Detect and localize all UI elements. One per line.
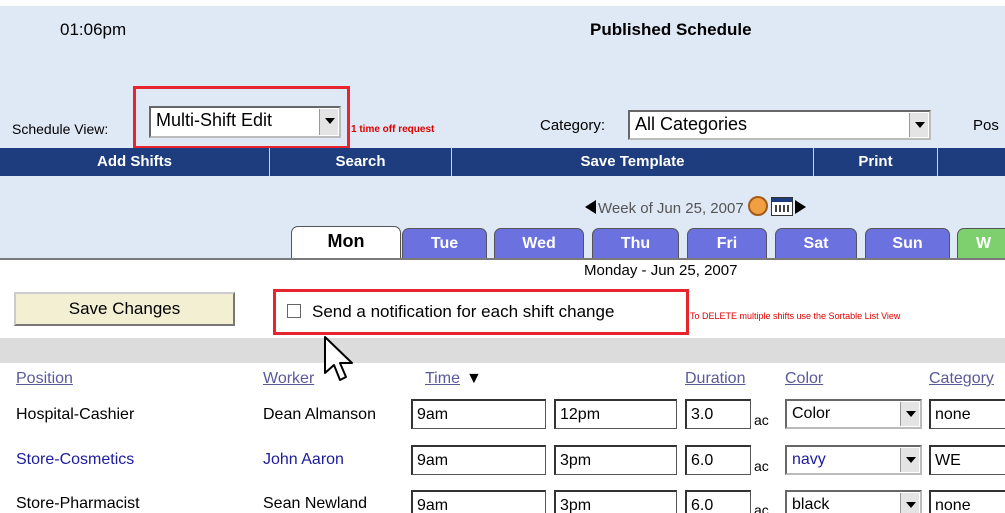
sort-desc-icon: ▼	[465, 370, 482, 387]
highlight-notify	[273, 289, 689, 335]
week-navigation: Week of Jun 25, 2007	[585, 196, 806, 217]
row-position: Store-Pharmacist	[16, 495, 140, 512]
save-changes-button[interactable]: Save Changes	[14, 292, 235, 326]
color-select[interactable]: Color	[785, 399, 922, 429]
start-time-input[interactable]: 9am	[411, 490, 546, 513]
end-time-input[interactable]: 3pm	[554, 490, 677, 513]
time-header-label: Time	[425, 370, 460, 387]
row-position[interactable]: Store-Cosmetics	[16, 451, 134, 469]
tab-sun[interactable]: Sun	[865, 228, 950, 259]
column-header-duration[interactable]: Duration	[685, 370, 745, 388]
time-off-request-link[interactable]: 1 time off request	[351, 124, 434, 135]
column-header-category[interactable]: Category	[929, 370, 994, 388]
row-worker: Dean Almanson	[263, 406, 376, 423]
end-time-input[interactable]: 12pm	[554, 399, 677, 429]
tab-tue[interactable]: Tue	[402, 228, 487, 259]
week-label: Week of Jun 25, 2007	[598, 200, 744, 217]
tab-thu[interactable]: Thu	[592, 228, 679, 259]
color-value: navy	[792, 451, 826, 468]
find-icon[interactable]	[747, 196, 768, 216]
chevron-down-icon[interactable]	[900, 402, 919, 426]
prev-week-icon[interactable]	[585, 200, 596, 214]
color-select[interactable]: black	[785, 490, 922, 513]
duration-input[interactable]: 6.0	[685, 490, 751, 513]
row-worker[interactable]: John Aaron	[263, 451, 344, 469]
category-select-row[interactable]: none	[929, 490, 1005, 513]
duration-input[interactable]: 6.0	[685, 445, 751, 475]
color-value: Color	[792, 405, 831, 422]
ac-label: ac	[754, 502, 769, 513]
search-button[interactable]: Search	[270, 148, 452, 176]
category-select[interactable]: All Categories	[628, 110, 931, 140]
tab-week[interactable]: W	[957, 228, 1005, 259]
color-value: black	[792, 496, 830, 513]
tab-mon[interactable]: Mon	[291, 226, 401, 259]
tab-fri[interactable]: Fri	[687, 228, 767, 259]
position-label: Pos	[973, 117, 999, 134]
color-select[interactable]: navy	[785, 445, 922, 475]
add-shifts-button[interactable]: Add Shifts	[0, 148, 270, 176]
row-position: Hospital-Cashier	[16, 406, 135, 423]
end-time-input[interactable]: 3pm	[554, 445, 677, 475]
duration-input[interactable]: 3.0	[685, 399, 751, 429]
separator-band	[0, 338, 1005, 363]
print-button[interactable]: Print	[814, 148, 938, 176]
category-select-row[interactable]: none	[929, 399, 1005, 429]
column-header-worker[interactable]: Worker	[263, 370, 314, 388]
ac-label: ac	[754, 458, 769, 474]
chevron-down-icon[interactable]	[900, 493, 919, 513]
category-select-row[interactable]: WE	[929, 445, 1005, 475]
tab-sat[interactable]: Sat	[775, 228, 857, 259]
top-strip	[0, 0, 1005, 6]
page-title: Published Schedule	[590, 20, 752, 39]
highlight-schedule-view	[133, 86, 350, 149]
column-header-color[interactable]: Color	[785, 370, 823, 388]
calendar-icon[interactable]	[770, 197, 793, 216]
next-week-icon[interactable]	[794, 200, 806, 214]
delete-note: To DELETE multiple shifts use the Sortab…	[690, 311, 901, 321]
save-template-button[interactable]: Save Template	[452, 148, 814, 176]
chevron-down-icon[interactable]	[909, 113, 928, 137]
column-header-position[interactable]: Position	[16, 370, 73, 388]
category-value: All Categories	[635, 114, 748, 134]
ac-label: ac	[754, 412, 769, 428]
row-worker: Sean Newland	[263, 495, 368, 512]
current-time: 01:06pm	[60, 20, 127, 39]
menu-bar: Add Shifts Search Save Template Print	[0, 148, 1005, 176]
start-time-input[interactable]: 9am	[411, 445, 546, 475]
category-label: Category:	[540, 117, 606, 134]
start-time-input[interactable]: 9am	[411, 399, 546, 429]
day-title: Monday - Jun 25, 2007	[584, 262, 738, 279]
tab-wed[interactable]: Wed	[494, 228, 584, 259]
chevron-down-icon[interactable]	[900, 448, 919, 472]
schedule-view-label: Schedule View:	[12, 121, 109, 137]
mouse-pointer-icon	[324, 336, 353, 381]
column-header-time[interactable]: Time ▼	[425, 370, 482, 388]
schedule-window: 01:06pm Published Schedule Schedule View…	[0, 0, 1005, 513]
